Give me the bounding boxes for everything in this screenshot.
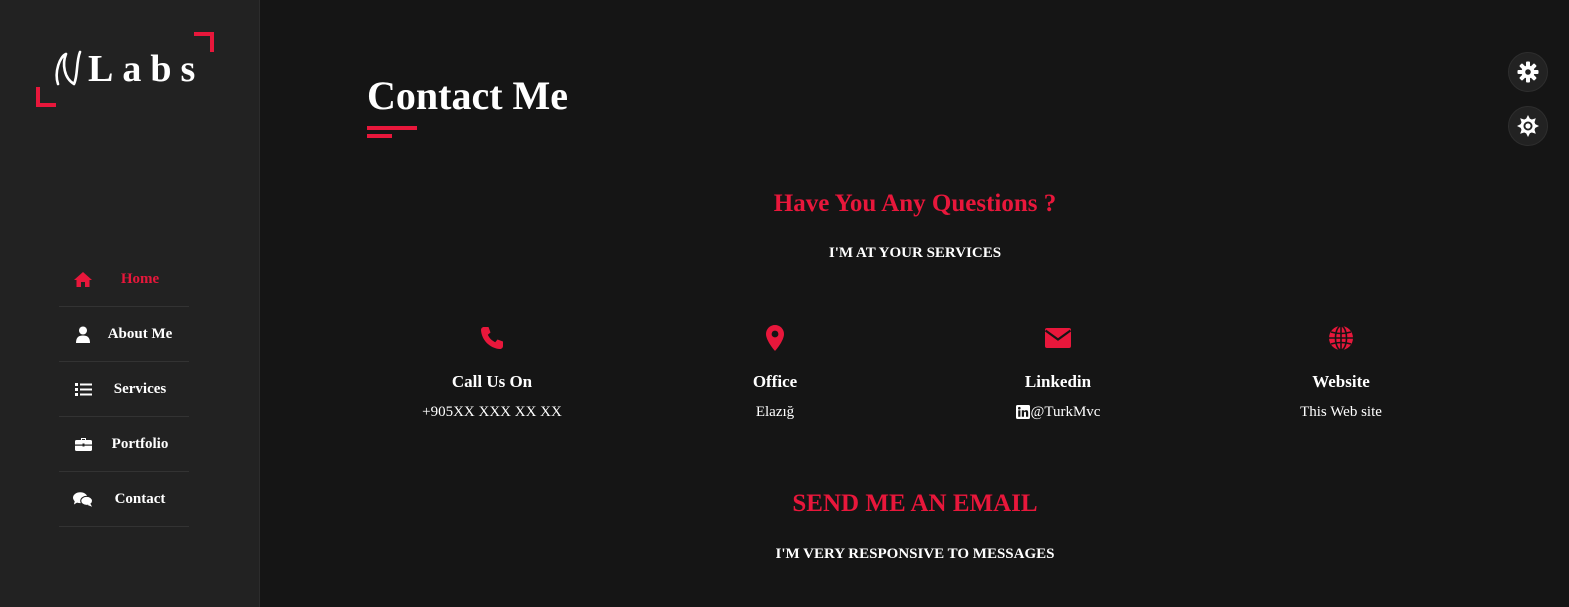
- logo-text: Labs: [88, 48, 205, 90]
- globe-icon: [1199, 320, 1483, 356]
- sidebar-item-contact[interactable]: Contact: [59, 472, 189, 527]
- card-value[interactable]: This Web site: [1199, 402, 1483, 422]
- contact-cards: Call Us On +905XX XXX XX XX Office Elazı…: [350, 320, 1482, 430]
- sidebar-item-label: Portfolio: [111, 435, 169, 452]
- sidebar: Labs Home About Me Services Portfolio Co…: [0, 0, 260, 607]
- contact-card-website[interactable]: Website This Web site: [1199, 320, 1483, 422]
- logo[interactable]: Labs: [36, 32, 214, 107]
- contact-card-linkedin[interactable]: Linkedin @TurkMvc: [916, 320, 1200, 422]
- phone-icon: [350, 320, 634, 356]
- sidebar-item-label: Services: [113, 380, 167, 397]
- linkedin-value: @TurkMvc: [1030, 404, 1101, 420]
- briefcase-icon: [73, 435, 93, 453]
- sidebar-nav: Home About Me Services Portfolio Contact: [59, 252, 189, 527]
- sidebar-item-label: Contact: [114, 490, 166, 507]
- theme-settings-button[interactable]: [1508, 106, 1548, 146]
- email-heading: SEND ME AN EMAIL: [792, 490, 1038, 517]
- sidebar-item-about[interactable]: About Me: [59, 307, 189, 362]
- contact-card-phone: Call Us On +905XX XXX XX XX: [350, 320, 634, 422]
- card-title: Office: [752, 372, 798, 391]
- title-underline-short: [367, 134, 392, 138]
- title-underline: [367, 126, 417, 130]
- sun-gear-icon: [1517, 115, 1539, 137]
- sidebar-item-portfolio[interactable]: Portfolio: [59, 417, 189, 472]
- card-title: Linkedin: [1024, 372, 1092, 391]
- website-value: This Web site: [1300, 404, 1382, 420]
- sidebar-item-services[interactable]: Services: [59, 362, 189, 417]
- sidebar-item-home[interactable]: Home: [59, 252, 189, 307]
- logo-mark-icon: [55, 50, 82, 86]
- card-title: Website: [1312, 372, 1370, 391]
- office-value: Elazığ: [755, 404, 795, 420]
- phone-value: +905XX XXX XX XX: [422, 404, 562, 420]
- linkedin-icon: [1015, 405, 1030, 419]
- contact-card-office: Office Elazığ: [633, 320, 917, 422]
- page: Labs Home About Me Services Portfolio Co…: [0, 0, 1569, 607]
- sidebar-item-label: About Me: [107, 325, 173, 342]
- settings-button[interactable]: [1508, 52, 1548, 92]
- envelope-icon: [916, 320, 1200, 356]
- card-title: Call Us On: [451, 372, 533, 391]
- sidebar-item-label: Home: [120, 270, 160, 287]
- card-value: Elazığ: [633, 402, 917, 422]
- card-value: +905XX XXX XX XX: [350, 402, 634, 422]
- list-icon: [73, 380, 93, 398]
- email-subtitle: I'M VERY RESPONSIVE TO MESSAGES: [775, 546, 1055, 562]
- comments-icon: [73, 490, 93, 508]
- card-value[interactable]: @TurkMvc: [916, 402, 1200, 422]
- questions-heading: Have You Any Questions ?: [773, 190, 1057, 217]
- map-marker-icon: [633, 320, 917, 356]
- page-title: Contact Me: [367, 73, 569, 118]
- user-icon: [73, 325, 93, 343]
- questions-subtitle: I'M AT YOUR SERVICES: [828, 245, 1002, 261]
- logo-corner-bottom-left: [36, 87, 56, 107]
- home-icon: [73, 270, 93, 288]
- gear-icon: [1517, 61, 1539, 83]
